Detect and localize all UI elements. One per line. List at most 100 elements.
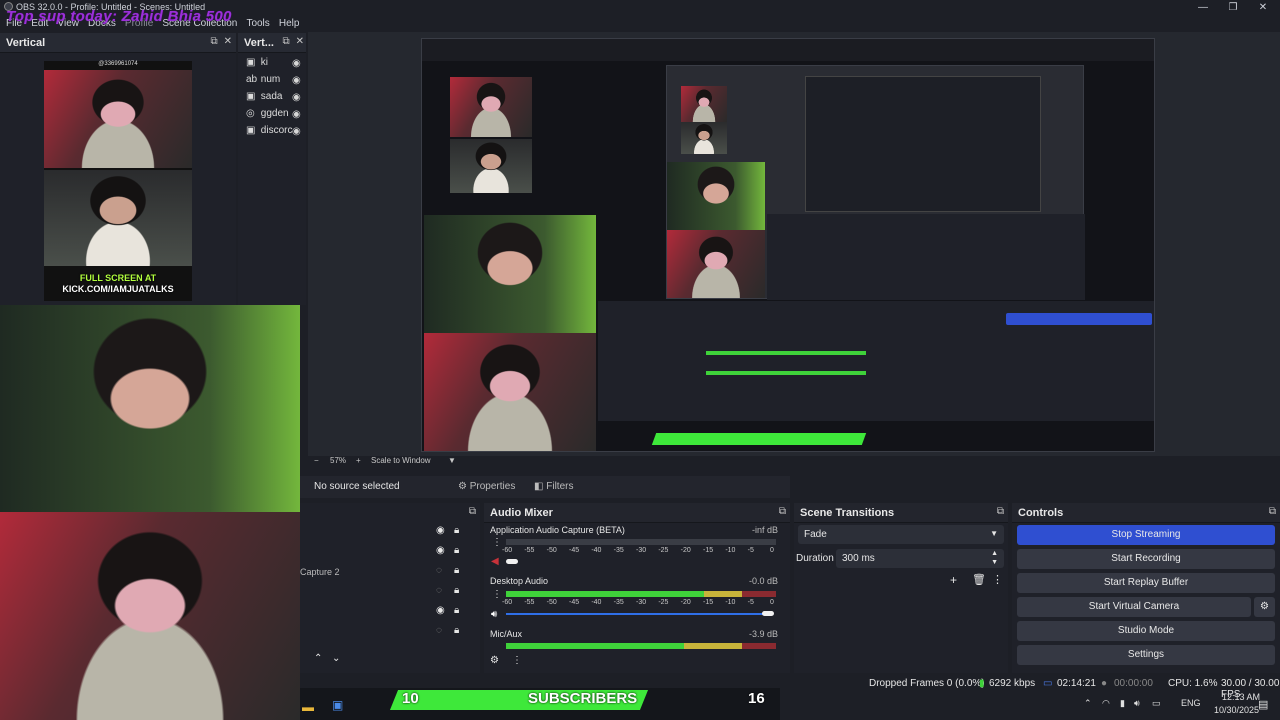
language[interactable]: ENG [1181,698,1201,708]
tray-chevron-icon[interactable]: ⌃ [1084,698,1092,709]
nested-subscriber-bar [651,433,867,445]
lock-icon[interactable]: 🔒︎ [454,545,459,556]
volume-slider-track[interactable] [506,613,766,615]
nested-cam [681,122,727,154]
volume-icon[interactable]: 🔊︎ [1134,698,1140,709]
duration-label: Duration [796,553,834,564]
source-label: discorc [260,125,293,136]
add-icon[interactable]: + [950,573,957,587]
transition-select[interactable]: Fade ▼ [798,525,1004,544]
visibility-eye-icon[interactable]: ◉ [292,75,301,86]
menu-tools[interactable]: Tools [246,16,269,32]
filters-button[interactable]: ◧ Filters [534,481,573,492]
store-icon[interactable]: ▣ [332,698,343,712]
lock-icon[interactable]: 🔒︎ [454,625,459,636]
browser-icon: ◎ [246,108,255,119]
float-icon[interactable]: ⧉ [210,36,217,47]
folder-icon[interactable]: ▬ [302,700,314,714]
settings-button[interactable]: Settings [1017,645,1275,665]
kebab-menu-icon[interactable]: ⋮ [512,655,522,666]
hidden-eye-icon[interactable]: ◌ [436,585,442,596]
start-virtual-camera-button[interactable]: Start Virtual Camera [1017,597,1251,617]
meter-scale-tick: -10 [725,547,736,554]
transition-value: Fade [804,529,827,540]
lock-icon[interactable]: 🔒︎ [454,565,459,576]
muted-speaker-icon[interactable]: ◀ [491,556,499,567]
nested-cam [681,86,727,122]
studio-mode-button[interactable]: Studio Mode [1017,621,1275,641]
move-down-button[interactable]: ⌄ [332,653,340,664]
lock-icon[interactable]: 🔒︎ [454,605,459,616]
lock-icon[interactable]: 🔒︎ [454,585,459,596]
audio-mixer-dock: Audio Mixer ⧉ Application Audio Capture … [484,503,790,673]
close-icon[interactable]: ✕ [296,36,304,47]
nested-bottom-docks [598,301,1154,421]
webcam-second [0,512,300,720]
menu-help[interactable]: Help [279,16,300,32]
dropped-frames: Dropped Frames 0 (0.0%) [869,678,985,689]
scale-mode-select[interactable]: Scale to Window [371,456,431,465]
meter-scale-tick: -5 [747,547,754,554]
clock-date[interactable]: 10/30/2025 [1214,705,1259,715]
audio-mixer-header: Audio Mixer ⧉ [484,503,790,523]
zoom-in-button[interactable]: + [356,456,361,465]
subscriber-label: SUBSCRIBERS [528,690,638,707]
visibility-eye-icon[interactable]: ◉ [292,92,301,103]
subscriber-overlay: 10 SUBSCRIBERS 16 ▬ ▣ [300,688,780,720]
wifi-icon[interactable]: ◠ [1102,698,1110,709]
move-up-button[interactable]: ⌃ [314,653,322,664]
float-icon[interactable]: ⧉ [1269,506,1276,517]
spinner-icon[interactable]: ▲ ▼ [991,549,998,567]
nested-cam [450,77,532,137]
volume-slider[interactable] [762,611,774,616]
source-capture-label: Capture 2 [300,567,340,577]
chevron-down-icon[interactable]: ▼ [448,456,456,465]
minimize-button[interactable]: — [1188,0,1218,16]
source-toolbar: No source selected ⚙ Properties ◧ Filter… [300,476,790,498]
start-recording-button[interactable]: Start Recording [1017,549,1275,569]
hidden-eye-icon[interactable]: ◌ [436,565,442,576]
visibility-eye-icon[interactable]: ◉ [436,545,445,556]
stop-streaming-button[interactable]: Stop Streaming [1017,525,1275,545]
audio-meter-red [742,591,776,597]
duration-value: 300 ms [842,553,875,564]
mic-icon[interactable]: ▮ [1120,698,1125,709]
subscriber-right-count: 16 [748,690,765,707]
vertical-handle: @3369961074 [98,61,138,67]
scene-transitions-dock: Scene Transitions ⧉ Fade ▼ Duration 300 … [794,503,1008,673]
restore-button[interactable]: ❐ [1218,0,1248,16]
visibility-eye-icon[interactable]: ◉ [292,58,301,69]
duration-input[interactable]: 300 ms ▲ ▼ [836,549,1004,568]
meter-scale: -60 -55 -50 -45 -40 -35 -30 -25 -20 -15 -10 -5 0 [502,599,778,608]
lock-icon[interactable]: 🔒︎ [454,525,459,536]
visibility-eye-icon[interactable]: ◉ [292,126,301,137]
visibility-eye-icon[interactable]: ◉ [292,109,301,120]
close-button[interactable]: ✕ [1248,0,1278,16]
nested-meter [706,351,866,355]
image-icon: ▣ [246,91,256,102]
volume-slider[interactable] [506,559,518,564]
audio-mixer-title: Audio Mixer [490,507,553,519]
visibility-eye-icon[interactable]: ◉ [436,525,445,536]
visibility-eye-icon[interactable]: ◉ [436,605,445,616]
clock-time[interactable]: 12:13 AM [1222,692,1260,702]
float-icon[interactable]: ⧉ [779,506,786,517]
kebab-menu-icon[interactable]: ⋮ [492,537,502,548]
trash-icon[interactable]: 🗑︎ [972,573,986,586]
properties-button[interactable]: ⚙ Properties [458,481,515,492]
close-icon[interactable]: ✕ [224,36,232,47]
zoom-out-button[interactable]: − [314,456,319,465]
nested-meter [706,371,866,375]
float-icon[interactable]: ⧉ [997,506,1004,517]
float-icon[interactable]: ⧉ [469,506,476,517]
battery-icon[interactable]: ▭ [1152,698,1161,709]
virtual-camera-settings-button[interactable]: ⚙ [1254,597,1275,617]
start-replay-buffer-button[interactable]: Start Replay Buffer [1017,573,1275,593]
speaker-icon[interactable]: 🔊︎ [491,609,497,620]
kebab-menu-icon[interactable]: ⋮ [492,589,502,600]
hidden-eye-icon[interactable]: ◌ [436,625,442,636]
kebab-menu-icon[interactable]: ⋮ [992,573,1003,586]
notification-icon[interactable]: ▤ [1258,698,1268,711]
mixer-settings-icon[interactable]: ⚙ [490,655,499,666]
float-icon[interactable]: ⧉ [282,36,289,47]
